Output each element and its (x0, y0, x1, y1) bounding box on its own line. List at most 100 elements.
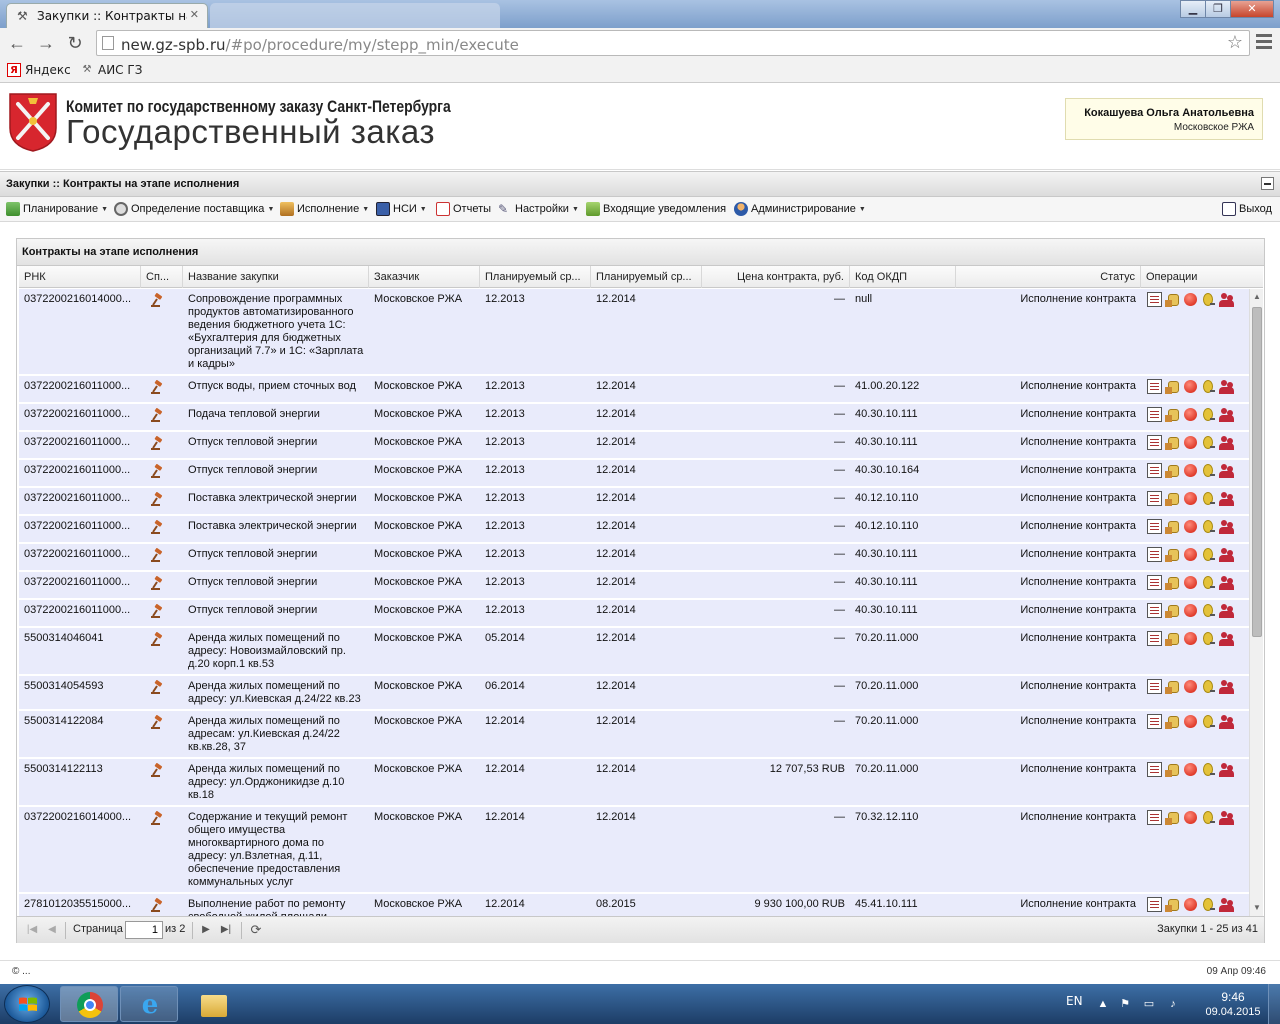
payment-icon[interactable] (1201, 762, 1216, 777)
execution-event-icon[interactable] (1165, 519, 1180, 534)
terminate-icon[interactable] (1183, 292, 1198, 307)
payment-icon[interactable] (1201, 603, 1216, 618)
view-document-icon[interactable] (1147, 491, 1162, 506)
payment-icon[interactable] (1201, 810, 1216, 825)
table-row[interactable]: 0372200216011000... Отпуск тепловой энерг… (19, 432, 1249, 459)
payment-icon[interactable] (1201, 575, 1216, 590)
col-okdp[interactable]: Код ОКДП (850, 266, 956, 288)
execution-event-icon[interactable] (1165, 603, 1180, 618)
table-row[interactable]: 0372200216011000... Отпуск тепловой энерг… (19, 572, 1249, 599)
execution-event-icon[interactable] (1165, 379, 1180, 394)
terminate-icon[interactable] (1183, 679, 1198, 694)
next-page-icon[interactable]: ▶ (199, 923, 213, 937)
payment-icon[interactable] (1201, 679, 1216, 694)
participants-icon[interactable] (1219, 292, 1234, 307)
table-row[interactable]: 0372200216014000... Содержание и текущий … (19, 807, 1249, 893)
payment-icon[interactable] (1201, 407, 1216, 422)
terminate-icon[interactable] (1183, 379, 1198, 394)
view-document-icon[interactable] (1147, 679, 1162, 694)
collapse-icon[interactable] (1261, 177, 1274, 190)
view-document-icon[interactable] (1147, 714, 1162, 729)
table-row[interactable]: 0372200216011000... Отпуск воды, прием ст… (19, 376, 1249, 403)
terminate-icon[interactable] (1183, 463, 1198, 478)
volume-icon[interactable]: ♪ (1166, 997, 1180, 1011)
taskbar-chrome[interactable] (60, 986, 118, 1022)
back-icon[interactable]: ← (6, 32, 28, 54)
execution-event-icon[interactable] (1165, 810, 1180, 825)
forward-icon[interactable]: → (35, 32, 57, 54)
view-document-icon[interactable] (1147, 292, 1162, 307)
execution-event-icon[interactable] (1165, 463, 1180, 478)
view-document-icon[interactable] (1147, 519, 1162, 534)
terminate-icon[interactable] (1183, 575, 1198, 590)
execution-event-icon[interactable] (1165, 435, 1180, 450)
bookmark-ais-gz[interactable]: ⚒ АИС ГЗ (80, 63, 143, 77)
participants-icon[interactable] (1219, 631, 1234, 646)
maximize-button[interactable]: ❐ (1205, 0, 1231, 18)
grid-scrollbar[interactable]: ▲ ▼ (1249, 289, 1263, 916)
execution-event-icon[interactable] (1165, 897, 1180, 912)
execution-event-icon[interactable] (1165, 407, 1180, 422)
bookmark-star-icon[interactable]: ☆ (1227, 32, 1243, 53)
table-row[interactable]: 5500314122084 Аренда жилых помещений по а… (19, 711, 1249, 758)
payment-icon[interactable] (1201, 463, 1216, 478)
view-document-icon[interactable] (1147, 435, 1162, 450)
col-price[interactable]: Цена контракта, руб. (702, 266, 850, 288)
payment-icon[interactable] (1201, 897, 1216, 912)
language-indicator[interactable]: EN (1066, 994, 1083, 1008)
participants-icon[interactable] (1219, 810, 1234, 825)
participants-icon[interactable] (1219, 575, 1234, 590)
payment-icon[interactable] (1201, 631, 1216, 646)
table-row[interactable]: 0372200216014000... Сопровождение програм… (19, 289, 1249, 375)
payment-icon[interactable] (1201, 714, 1216, 729)
execution-event-icon[interactable] (1165, 762, 1180, 777)
clock-date[interactable]: 09.04.2015 (1197, 1006, 1269, 1018)
tab-active[interactable]: ⚒ Закупки :: Контракты на э ✕ (6, 3, 208, 28)
page-input[interactable] (125, 921, 163, 939)
terminate-icon[interactable] (1183, 603, 1198, 618)
participants-icon[interactable] (1219, 603, 1234, 618)
taskbar-explorer[interactable] (184, 986, 242, 1022)
view-document-icon[interactable] (1147, 379, 1162, 394)
close-window-button[interactable]: ✕ (1230, 0, 1274, 18)
col-method[interactable]: Сп... (141, 266, 183, 288)
menu-execution[interactable]: Исполнение ▼ (280, 202, 369, 216)
payment-icon[interactable] (1201, 292, 1216, 307)
minimize-button[interactable]: ▁ (1180, 0, 1206, 18)
participants-icon[interactable] (1219, 379, 1234, 394)
tab-close-icon[interactable]: ✕ (190, 8, 199, 21)
view-document-icon[interactable] (1147, 762, 1162, 777)
participants-icon[interactable] (1219, 519, 1234, 534)
payment-icon[interactable] (1201, 547, 1216, 562)
execution-event-icon[interactable] (1165, 714, 1180, 729)
first-page-icon[interactable]: |◀ (25, 923, 39, 937)
table-row[interactable]: 5500314054593 Аренда жилых помещений по а… (19, 676, 1249, 710)
terminate-icon[interactable] (1183, 762, 1198, 777)
terminate-icon[interactable] (1183, 435, 1198, 450)
table-row[interactable]: 5500314046041 Аренда жилых помещений по а… (19, 628, 1249, 675)
show-desktop-button[interactable] (1268, 984, 1280, 1024)
col-customer[interactable]: Заказчик (369, 266, 480, 288)
scroll-down-icon[interactable]: ▼ (1252, 903, 1262, 913)
start-button[interactable] (4, 985, 50, 1023)
execution-event-icon[interactable] (1165, 491, 1180, 506)
terminate-icon[interactable] (1183, 897, 1198, 912)
scroll-thumb[interactable] (1252, 307, 1262, 637)
col-name[interactable]: Название закупки (183, 266, 369, 288)
payment-icon[interactable] (1201, 379, 1216, 394)
participants-icon[interactable] (1219, 762, 1234, 777)
execution-event-icon[interactable] (1165, 575, 1180, 590)
participants-icon[interactable] (1219, 547, 1234, 562)
col-status[interactable]: Статус (956, 266, 1141, 288)
participants-icon[interactable] (1219, 491, 1234, 506)
terminate-icon[interactable] (1183, 519, 1198, 534)
table-row[interactable]: 0372200216011000... Отпуск тепловой энерг… (19, 600, 1249, 627)
menu-settings[interactable]: ✎ Настройки ▼ (498, 202, 579, 216)
execution-event-icon[interactable] (1165, 292, 1180, 307)
participants-icon[interactable] (1219, 714, 1234, 729)
view-document-icon[interactable] (1147, 575, 1162, 590)
view-document-icon[interactable] (1147, 603, 1162, 618)
table-row[interactable]: 0372200216011000... Поставка электрическо… (19, 488, 1249, 515)
terminate-icon[interactable] (1183, 491, 1198, 506)
col-plan-start[interactable]: Планируемый ср... (480, 266, 591, 288)
